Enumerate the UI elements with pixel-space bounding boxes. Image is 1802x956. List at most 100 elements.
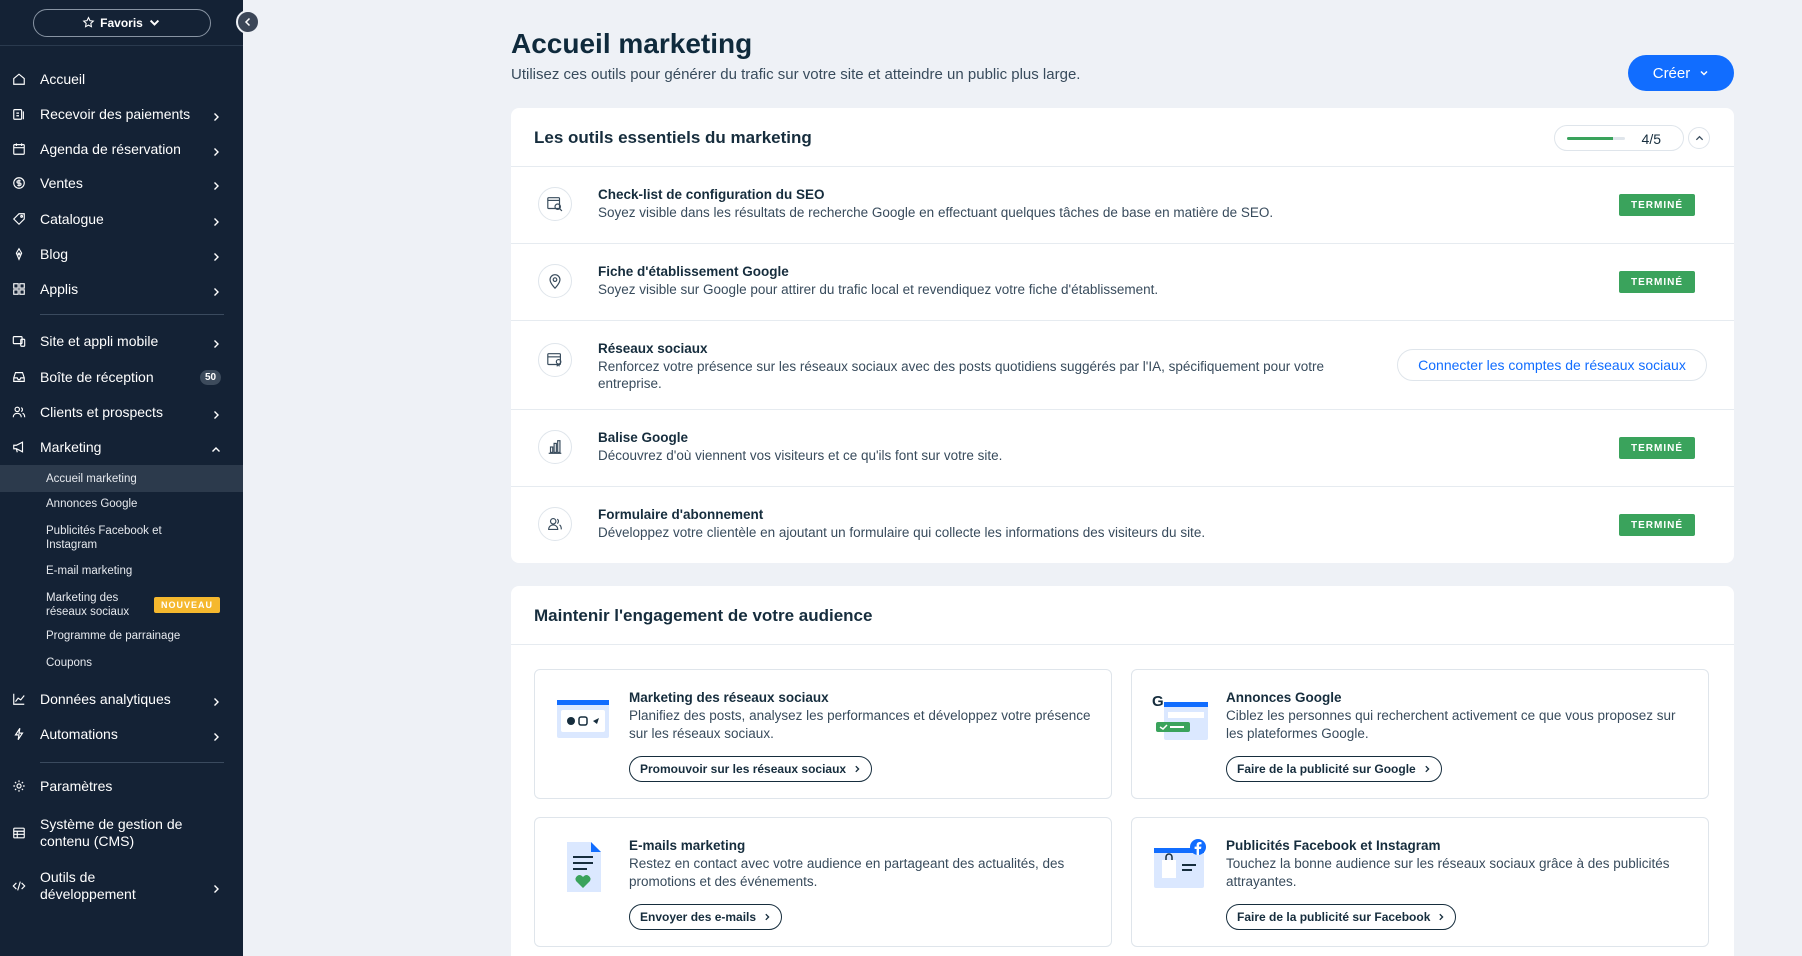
row-title: Réseaux sociaux xyxy=(598,341,708,356)
sidebar-subitem-marketing-reseaux[interactable]: Marketing des réseaux sociaux NOUVEAU xyxy=(0,586,243,623)
sidebar-item-label: Accueil xyxy=(40,71,86,87)
automation-icon xyxy=(12,727,26,741)
facebook-ads-button[interactable]: Faire de la publicité sur Facebook xyxy=(1226,904,1457,930)
tile-title: Marketing des réseaux sociaux xyxy=(629,690,829,705)
facebook-ads-illustration xyxy=(1152,838,1210,896)
sidebar-item-label: Agenda de réservation xyxy=(40,141,181,157)
tile-email-marketing[interactable]: E-mails marketing Restez en contact avec… xyxy=(534,817,1112,947)
sidebar-divider xyxy=(40,314,224,315)
sidebar-subitem-email-marketing[interactable]: E-mail marketing xyxy=(0,559,243,583)
sidebar-item-cms[interactable]: Système de gestion de contenu (CMS) xyxy=(0,813,243,853)
contacts-icon xyxy=(12,405,26,419)
sidebar-subitem-parrainage[interactable]: Programme de parrainage xyxy=(0,624,243,648)
tile-title: Annonces Google xyxy=(1226,690,1342,705)
status-badge: TERMINÉ xyxy=(1619,514,1695,536)
create-button[interactable]: Créer xyxy=(1628,55,1734,91)
status-badge: TERMINÉ xyxy=(1619,194,1695,216)
sidebar-subitem-annonces-google[interactable]: Annonces Google xyxy=(0,492,243,516)
chevron-right-icon xyxy=(855,765,860,773)
sidebar-item-parametres[interactable]: Paramètres xyxy=(0,772,243,800)
sidebar-item-site[interactable]: Site et appli mobile xyxy=(0,327,243,355)
tile-social-marketing[interactable]: Marketing des réseaux sociaux Planifiez … xyxy=(534,669,1112,799)
status-badge: TERMINÉ xyxy=(1619,437,1695,459)
chevron-right-icon xyxy=(211,694,221,706)
create-button-label: Créer xyxy=(1652,64,1691,82)
row-title: Check-list de configuration du SEO xyxy=(598,187,825,202)
sidebar-subitem-label: Marketing des réseaux sociaux xyxy=(46,591,130,618)
sidebar-item-catalogue[interactable]: Catalogue xyxy=(0,205,243,233)
tile-description: Touchez la bonne audience sur les réseau… xyxy=(1226,856,1670,889)
favorites-button[interactable]: Favoris xyxy=(32,8,211,37)
tag-icon xyxy=(12,212,26,226)
sidebar-item-accueil[interactable]: Accueil xyxy=(0,65,243,93)
sidebar-divider xyxy=(40,762,224,763)
connect-social-accounts-button[interactable]: Connecter les comptes de réseaux sociaux xyxy=(1397,349,1707,381)
sidebar-subitem-publicites-facebook[interactable]: Publicités Facebook et Instagram xyxy=(0,519,243,556)
sidebar-item-label: Paramètres xyxy=(40,778,113,794)
svg-text:G: G xyxy=(1152,693,1164,710)
essentials-row-subscription-form[interactable]: Formulaire d'abonnement Développez votre… xyxy=(511,486,1734,563)
engagement-title: Maintenir l'engagement de votre audience xyxy=(534,606,873,625)
essentials-row-seo[interactable]: Check-list de configuration du SEO Soyez… xyxy=(511,166,1734,243)
tile-facebook-ads[interactable]: Publicités Facebook et Instagram Touchez… xyxy=(1131,817,1709,947)
tile-button-label: Envoyer des e-mails xyxy=(640,910,757,924)
sidebar-subitem-accueil-marketing[interactable]: Accueil marketing xyxy=(0,465,243,492)
tile-google-ads[interactable]: G Annonces Google Ciblez les personnes q… xyxy=(1131,669,1709,799)
progress-fill xyxy=(1567,137,1614,140)
row-description: Découvrez d'où viennent vos visiteurs et… xyxy=(598,448,1003,463)
chevron-right-icon xyxy=(211,407,221,419)
collapse-sidebar-button[interactable] xyxy=(236,10,260,34)
sidebar-item-marketing[interactable]: Marketing xyxy=(0,433,243,461)
promote-social-button[interactable]: Promouvoir sur les réseaux sociaux xyxy=(629,756,873,782)
code-icon xyxy=(12,879,26,893)
sidebar-subitem-label: E-mail marketing xyxy=(46,565,133,577)
sidebar-item-inbox[interactable]: Boîte de réception 50 xyxy=(0,363,243,391)
collapse-card-button[interactable] xyxy=(1688,127,1710,149)
row-title: Balise Google xyxy=(598,430,689,445)
sidebar-item-automations[interactable]: Automations xyxy=(0,720,243,748)
essentials-card: Les outils essentiels du marketing 4/5 C… xyxy=(511,108,1734,563)
sidebar-item-paiements[interactable]: Recevoir des paiements xyxy=(0,100,243,128)
essentials-row-social[interactable]: Réseaux sociaux Renforcez votre présence… xyxy=(511,320,1734,409)
sidebar-item-agenda[interactable]: Agenda de réservation xyxy=(0,135,243,163)
sidebar-item-label: Blog xyxy=(40,246,69,262)
social-marketing-illustration xyxy=(555,690,613,748)
payment-icon xyxy=(12,107,26,121)
chevron-up-icon xyxy=(211,442,221,452)
sidebar-subitem-label: Coupons xyxy=(46,657,93,669)
sidebar-item-ventes[interactable]: Ventes xyxy=(0,169,243,197)
analytics-icon xyxy=(12,692,26,706)
sidebar-item-dev-tools[interactable]: Outils de développement xyxy=(0,866,243,906)
favorites-label: Favoris xyxy=(100,15,143,30)
chevron-right-icon xyxy=(211,284,221,296)
chevron-right-icon xyxy=(211,249,221,261)
sidebar-item-clients[interactable]: Clients et prospects xyxy=(0,398,243,426)
sidebar: Favoris Accueil Recevoir des paiements A… xyxy=(0,0,243,956)
sidebar-item-label: Automations xyxy=(40,726,118,742)
essentials-row-google-tag[interactable]: Balise Google Découvrez d'où viennent vo… xyxy=(511,409,1734,486)
home-icon xyxy=(12,72,26,86)
subscribers-icon xyxy=(538,507,572,541)
status-badge: TERMINÉ xyxy=(1619,271,1695,293)
google-ads-illustration: G xyxy=(1152,690,1210,748)
gear-icon xyxy=(12,779,26,793)
sidebar-item-label: Site et appli mobile xyxy=(40,333,159,349)
sidebar-item-analytics[interactable]: Données analytiques xyxy=(0,685,243,713)
google-ads-button[interactable]: Faire de la publicité sur Google xyxy=(1226,756,1442,782)
send-emails-button[interactable]: Envoyer des e-mails xyxy=(629,904,783,930)
sidebar-subitem-label: Annonces Google xyxy=(46,498,138,510)
row-description: Soyez visible sur Google pour attirer du… xyxy=(598,282,1159,297)
pen-icon xyxy=(12,247,26,261)
sidebar-item-applis[interactable]: Applis xyxy=(0,275,243,303)
sidebar-item-label: Ventes xyxy=(40,175,83,191)
site-icon xyxy=(12,334,26,348)
sidebar-item-blog[interactable]: Blog xyxy=(0,240,243,268)
star-icon xyxy=(82,16,95,28)
sidebar-subitem-coupons[interactable]: Coupons xyxy=(0,651,243,675)
chevron-down-icon xyxy=(1700,70,1708,76)
essentials-row-google-business[interactable]: Fiche d'établissement Google Soyez visib… xyxy=(511,243,1734,320)
calendar-icon xyxy=(12,142,26,156)
progress-track xyxy=(1567,137,1625,140)
essentials-title: Les outils essentiels du marketing xyxy=(534,128,812,147)
engagement-divider xyxy=(511,644,1734,645)
